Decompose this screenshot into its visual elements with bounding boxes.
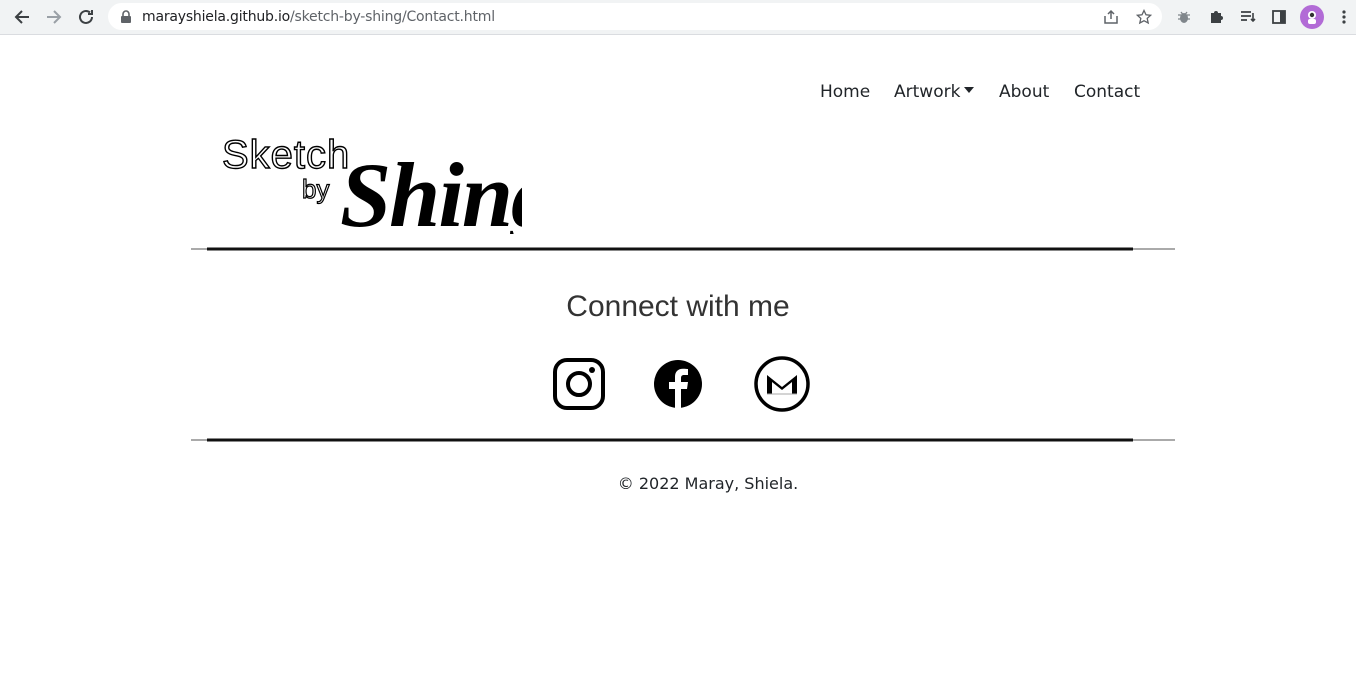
reading-list-icon[interactable] bbox=[1236, 5, 1260, 29]
caret-down-icon bbox=[964, 87, 975, 93]
site-logo[interactable]: Sketch by Shing bbox=[221, 122, 557, 246]
instagram-link[interactable] bbox=[553, 355, 605, 415]
arrow-right-icon bbox=[47, 10, 62, 24]
profile-avatar[interactable] bbox=[1300, 5, 1324, 29]
gmail-link[interactable] bbox=[753, 355, 811, 415]
nav-contact[interactable]: Contact bbox=[1074, 82, 1140, 102]
nav-artwork-dropdown[interactable]: Artwork bbox=[894, 82, 975, 102]
facebook-link[interactable] bbox=[653, 355, 703, 415]
avatar-icon bbox=[1308, 11, 1316, 24]
extension-bug-icon[interactable] bbox=[1172, 5, 1196, 29]
nav-about[interactable]: About bbox=[999, 82, 1049, 102]
arrow-left-icon bbox=[14, 10, 29, 24]
back-button[interactable] bbox=[10, 5, 34, 29]
puzzle-icon[interactable] bbox=[1204, 5, 1228, 29]
gmail-icon bbox=[754, 356, 810, 412]
logo-text-shing: Shing bbox=[340, 144, 522, 234]
reload-button[interactable] bbox=[74, 5, 98, 29]
nav-artwork-label: Artwork bbox=[894, 82, 961, 102]
side-panel-icon[interactable] bbox=[1267, 5, 1291, 29]
footer-copyright: © 2022 Maray, Shiela. bbox=[617, 474, 799, 493]
logo-text-sketch: Sketch bbox=[222, 133, 350, 177]
main-nav: Home Artwork About Contact bbox=[0, 82, 1356, 106]
top-divider bbox=[191, 247, 1175, 251]
instagram-icon bbox=[553, 358, 605, 410]
address-bar[interactable]: marayshiela.github.io/sketch-by-shing/Co… bbox=[108, 3, 1162, 30]
browser-toolbar: marayshiela.github.io/sketch-by-shing/Co… bbox=[0, 0, 1356, 35]
lock-icon bbox=[120, 10, 132, 29]
facebook-icon bbox=[654, 360, 702, 408]
bottom-divider bbox=[191, 438, 1175, 442]
star-icon[interactable] bbox=[1135, 8, 1153, 26]
url-text: marayshiela.github.io/sketch-by-shing/Co… bbox=[142, 9, 495, 25]
page-heading: Connect with me bbox=[566, 290, 790, 323]
share-icon[interactable] bbox=[1102, 8, 1120, 26]
reload-icon bbox=[79, 9, 93, 24]
forward-button[interactable] bbox=[42, 5, 66, 29]
nav-home[interactable]: Home bbox=[820, 82, 870, 102]
logo-text-by: by bbox=[302, 174, 329, 204]
menu-kebab-icon[interactable] bbox=[1332, 5, 1356, 29]
